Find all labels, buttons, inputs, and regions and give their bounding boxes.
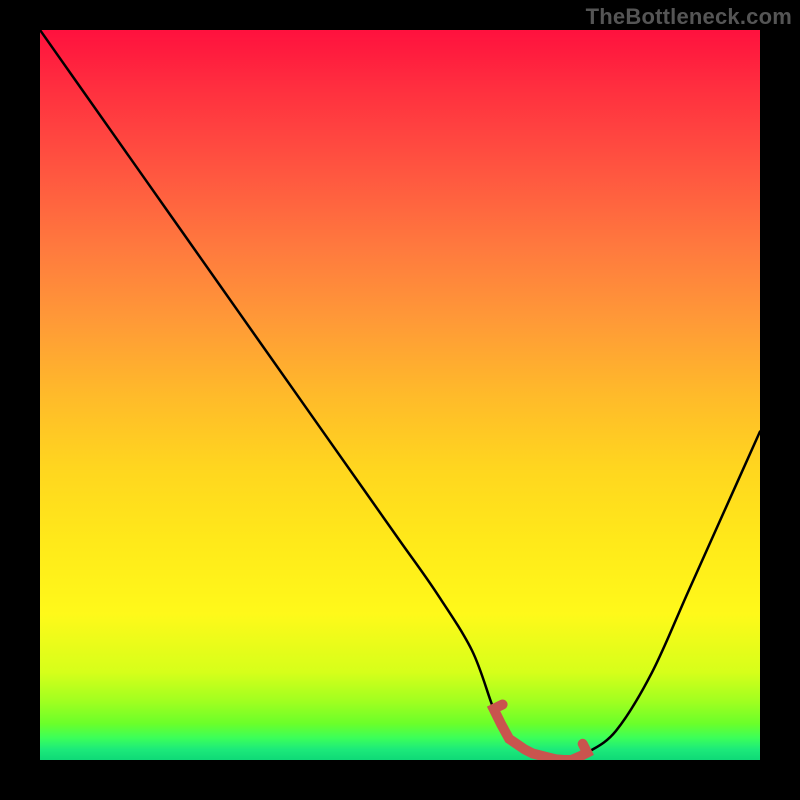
bottleneck-curve [40,30,760,760]
chart-svg [40,30,760,760]
optimal-range-marker [494,704,588,760]
plot-area [40,30,760,760]
watermark-text: TheBottleneck.com [586,4,792,30]
chart-frame: TheBottleneck.com [0,0,800,800]
